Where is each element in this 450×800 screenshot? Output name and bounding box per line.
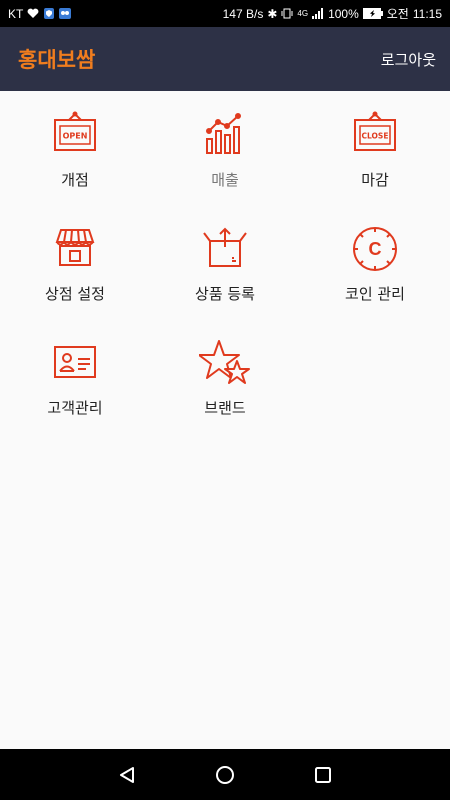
close-sign-text: CLOSE	[362, 132, 389, 141]
signal-icon	[312, 8, 324, 19]
menu-item-open-store[interactable]: OPEN 개점	[0, 91, 150, 205]
health-icon	[27, 8, 39, 18]
menu-item-close-store[interactable]: CLOSE 마감	[300, 91, 450, 205]
network-speed: 147 B/s	[222, 6, 264, 21]
battery-percent: 100%	[328, 6, 359, 21]
time-clock: 11:15	[412, 6, 442, 21]
shield-icon	[44, 8, 55, 19]
tile-label: 개점	[61, 171, 89, 189]
logout-button[interactable]: 로그아웃	[381, 49, 436, 70]
store-icon	[55, 229, 95, 266]
recents-button[interactable]	[311, 763, 335, 787]
coin-letter: C	[369, 239, 382, 259]
tile-label: 브랜드	[204, 399, 246, 417]
home-circle-icon	[216, 765, 234, 784]
back-triangle-icon	[120, 766, 134, 783]
menu-item-brand[interactable]: 브랜드	[150, 319, 300, 433]
bluetooth-icon: ✱	[267, 6, 278, 21]
open-sign-text: OPEN	[63, 132, 88, 141]
tile-label: 상점 설정	[45, 285, 105, 303]
battery-icon	[362, 8, 383, 19]
close-sign-icon: CLOSE	[354, 111, 396, 151]
tile-label: 고객관리	[47, 399, 103, 417]
carrier-label: KT	[8, 6, 24, 21]
status-right: 147 B/s ✱ 4G 100% 오전 11:15	[223, 5, 442, 22]
menu-item-coin-manage[interactable]: C 코인 관리	[300, 205, 450, 319]
open-sign-icon: OPEN	[54, 111, 96, 151]
app-notification-icon	[59, 8, 72, 19]
tile-label: 마감	[361, 171, 389, 189]
coin-icon: C	[353, 227, 397, 271]
tile-label: 매출	[211, 171, 239, 189]
box-upload-icon	[203, 227, 247, 267]
stars-icon	[199, 340, 250, 384]
nav-bar	[0, 749, 450, 800]
customer-card-icon	[54, 346, 96, 378]
sales-chart-icon	[206, 113, 241, 154]
tile-label: 상품 등록	[195, 285, 255, 303]
menu-item-product-register[interactable]: 상품 등록	[150, 205, 300, 319]
home-button[interactable]	[213, 763, 237, 787]
menu-item-store-settings[interactable]: 상점 설정	[0, 205, 150, 319]
network-type: 4G	[297, 9, 309, 18]
recents-square-icon	[315, 766, 331, 783]
tile-label: 코인 관리	[345, 285, 405, 303]
menu-item-sales[interactable]: 매출	[150, 91, 300, 205]
vibrate-icon	[281, 8, 293, 19]
back-button[interactable]	[115, 763, 139, 787]
time-ampm: 오전	[386, 7, 409, 21]
menu-item-customer-manage[interactable]: 고객관리	[0, 319, 150, 433]
status-left: KT	[8, 6, 72, 21]
app-title: 홍대보쌈	[18, 48, 96, 72]
status-bar: KT 147 B/s ✱ 4G 100% 오전 11:15	[0, 0, 450, 27]
app-bar: 홍대보쌈 로그아웃	[0, 27, 450, 91]
